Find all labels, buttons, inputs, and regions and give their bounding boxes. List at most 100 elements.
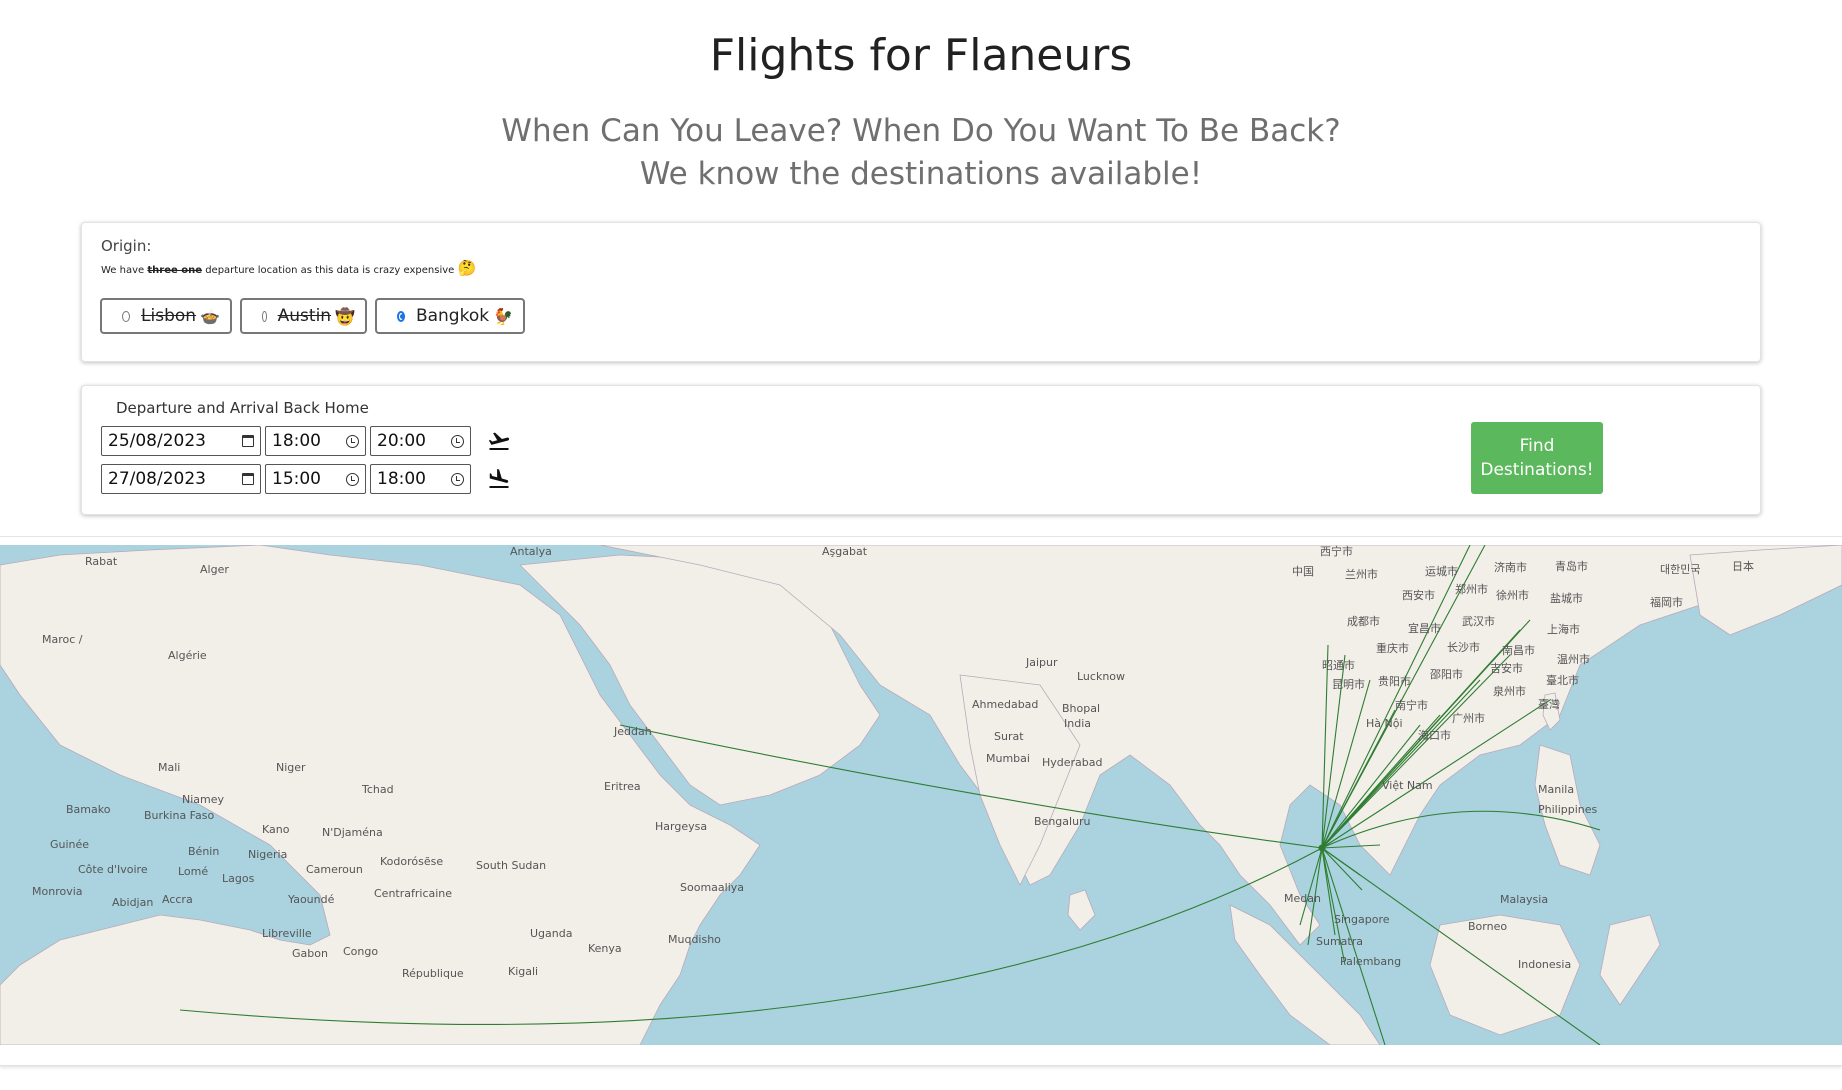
map-canvas[interactable]: Antalya Aşgabat 西宁市兰州市 中国 运城市 济南市 青岛市 대한민국 日本 Rab… <box>0 545 1842 1045</box>
origin-note: We have three one departure location as … <box>101 259 476 277</box>
clock-icon[interactable] <box>451 472 464 486</box>
origin-note-suffix: departure location as this data is crazy… <box>205 265 455 276</box>
map-place-label: 西宁市 <box>1320 545 1353 558</box>
map-place-label: Maroc / <box>42 633 83 646</box>
map-place-label: Mumbai <box>986 752 1030 765</box>
map-place-label: 南昌市 <box>1502 643 1535 657</box>
radio-selected-icon[interactable] <box>397 310 405 322</box>
map-place-label: N'Djaména <box>322 826 383 839</box>
map-place-label: Sumatra <box>1316 935 1363 948</box>
map-place-label: Jaipur <box>1025 656 1058 669</box>
map-place-label: Niamey <box>182 793 225 806</box>
origin-option-lisbon[interactable]: Lisbon 🍲 <box>100 298 232 334</box>
dates-label: Departure and Arrival Back Home <box>116 399 369 417</box>
map-place-label: Bamako <box>66 803 111 816</box>
dates-card: Departure and Arrival Back Home 25/08/20… <box>81 385 1761 515</box>
departure-date-value: 25/08/2023 <box>108 431 206 451</box>
page-title: Flights for Flaneurs <box>709 30 1133 81</box>
bangkok-hub-marker <box>1318 844 1326 852</box>
map-place-label: Uganda <box>530 927 572 940</box>
map-place-label: Surat <box>994 730 1024 743</box>
map-place-label: 臺灣 <box>1538 697 1560 711</box>
map-place-label: Nigeria <box>248 848 287 861</box>
origin-option-austin[interactable]: Austin 🤠 <box>240 298 367 334</box>
destinations-map[interactable]: Antalya Aşgabat 西宁市 兰州市 中国 运城市 济南市 青岛市 대한민국 日本 Rab… <box>0 545 1842 1045</box>
clock-icon[interactable] <box>346 472 359 486</box>
map-place-label: Muqdisho <box>668 933 721 946</box>
origin-note-prefix: We have <box>101 265 145 276</box>
map-place-label: 郑州市 <box>1455 582 1488 596</box>
map-place-label: Bengaluru <box>1034 815 1091 828</box>
plane-landing-icon <box>489 469 509 488</box>
map-place-label: Monrovia <box>32 885 83 898</box>
map-place-label: South Sudan <box>476 859 546 872</box>
origin-option-label: Austin <box>277 306 332 326</box>
calendar-icon[interactable] <box>242 435 254 447</box>
return-date-input[interactable]: 27/08/2023 <box>101 464 261 494</box>
map-place-label: Aşgabat <box>822 545 868 558</box>
origin-radio-group: Lisbon 🍲 Austin 🤠 Bangkok 🐓 <box>100 298 525 334</box>
map-place-label: Kodorósẽse <box>380 855 443 868</box>
departure-time-to-input[interactable]: 20:00 <box>370 426 471 456</box>
map-place-label: 昭通市 <box>1322 658 1355 672</box>
return-time-from-value: 15:00 <box>272 469 321 489</box>
map-place-label: Lucknow <box>1077 670 1125 683</box>
map-place-label: Kigali <box>508 965 538 978</box>
calendar-icon[interactable] <box>242 473 254 485</box>
map-place-label: Lomé <box>178 865 208 878</box>
map-place-label: Niger <box>276 761 306 774</box>
map-place-label: Mali <box>158 761 180 774</box>
map-place-label: 上海市 <box>1547 622 1580 636</box>
map-place-label: Algérie <box>168 649 207 662</box>
map-place-label: Congo <box>343 945 378 958</box>
map-place-label: Tchad <box>361 783 394 796</box>
return-date-value: 27/08/2023 <box>108 469 206 489</box>
origin-option-label: Lisbon <box>141 306 197 326</box>
origin-card: Origin: We have three one departure loca… <box>81 222 1761 362</box>
map-place-label: 广州市 <box>1452 711 1485 725</box>
map-place-label: 泉州市 <box>1493 684 1526 698</box>
map-place-label: Accra <box>162 893 193 906</box>
map-place-label: Hà Nội <box>1366 717 1403 730</box>
map-place-label: Alger <box>200 563 229 576</box>
map-place-label: République <box>402 967 464 980</box>
map-place-label: 武汉市 <box>1462 614 1495 628</box>
map-place-label: 대한민국 <box>1660 563 1700 576</box>
map-place-label: 邵阳市 <box>1430 667 1463 681</box>
map-place-label: Philippines <box>1538 803 1598 816</box>
departure-date-input[interactable]: 25/08/2023 <box>101 426 261 456</box>
find-destinations-button[interactable]: Find Destinations! <box>1471 422 1603 494</box>
origin-option-bangkok[interactable]: Bangkok 🐓 <box>375 298 525 334</box>
map-place-label: 运城市 <box>1425 564 1458 578</box>
map-place-label: 徐州市 <box>1496 588 1529 602</box>
thinking-emoji-icon: 🤔 <box>457 259 477 277</box>
map-place-label: Medan <box>1284 892 1321 905</box>
map-place-label: 成都市 <box>1347 614 1380 628</box>
clock-icon[interactable] <box>451 434 464 448</box>
map-place-label: Kenya <box>588 942 622 955</box>
return-time-to-input[interactable]: 18:00 <box>370 464 471 494</box>
departure-time-from-input[interactable]: 18:00 <box>265 426 366 456</box>
map-place-label: 中国 <box>1292 565 1314 578</box>
find-button-line-2: Destinations! <box>1480 460 1594 480</box>
map-place-label: Burkina Faso <box>144 809 214 822</box>
map-place-label: Malaysia <box>1500 893 1548 906</box>
map-place-label: Rabat <box>85 555 118 568</box>
radio-circle-icon[interactable] <box>122 310 131 322</box>
map-place-label: Ahmedabad <box>972 698 1038 711</box>
radio-circle-icon[interactable] <box>262 310 267 322</box>
departure-time-from-value: 18:00 <box>272 431 321 451</box>
map-place-label: 日本 <box>1732 559 1754 573</box>
map-place-label: 青岛市 <box>1555 559 1588 573</box>
origin-label: Origin: <box>101 237 152 255</box>
departure-time-to-value: 20:00 <box>377 431 426 451</box>
return-time-from-input[interactable]: 15:00 <box>265 464 366 494</box>
map-place-label: 兰州市 <box>1345 567 1378 581</box>
subtitle-line-1: When Can You Leave? When Do You Want To … <box>501 113 1341 149</box>
map-place-label: 西安市 <box>1402 588 1435 602</box>
map-place-label: Yaoundé <box>287 893 335 906</box>
map-place-label: 臺北市 <box>1546 673 1579 687</box>
clock-icon[interactable] <box>346 434 359 448</box>
map-place-label: 温州市 <box>1557 652 1590 666</box>
plane-takeoff-icon <box>488 432 510 450</box>
